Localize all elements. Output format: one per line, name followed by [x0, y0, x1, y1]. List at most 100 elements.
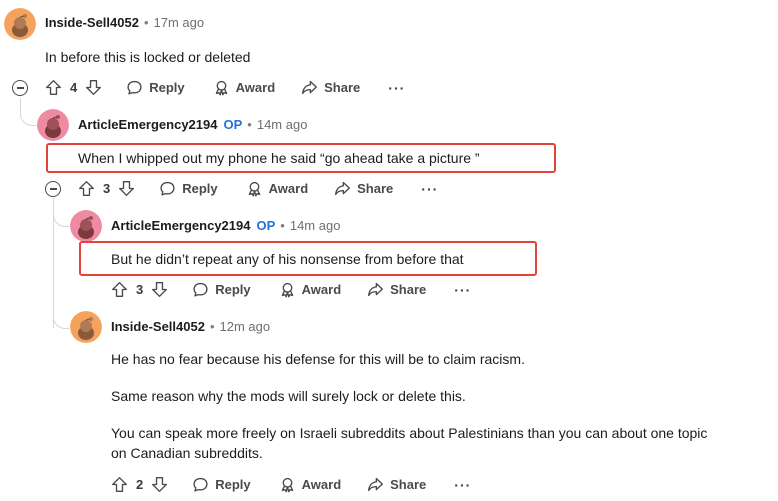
username[interactable]: Inside-Sell4052	[111, 319, 205, 334]
upvote-button[interactable]	[111, 281, 128, 298]
timestamp[interactable]: 14m ago	[257, 117, 308, 132]
award-label: Award	[235, 80, 276, 95]
comment-actions: 3 Reply Award Share ···	[78, 180, 438, 197]
downvote-icon	[86, 80, 102, 95]
share-icon	[368, 282, 384, 297]
downvote-icon	[119, 181, 135, 196]
timestamp[interactable]: 12m ago	[220, 319, 271, 334]
share-button[interactable]: Share	[367, 476, 426, 493]
share-button[interactable]: Share	[334, 180, 393, 197]
vote-count: 3	[103, 181, 111, 196]
share-button[interactable]: Share	[301, 79, 360, 96]
share-label: Share	[324, 80, 361, 95]
comment-body: But he didn’t repeat any of his nonsense…	[111, 251, 464, 267]
comment-paragraph: Same reason why the mods will surely loc…	[111, 388, 466, 404]
separator: •	[280, 218, 285, 233]
timestamp[interactable]: 17m ago	[154, 15, 205, 30]
more-options-button[interactable]: ···	[454, 477, 471, 493]
award-icon	[281, 477, 293, 493]
separator: •	[209, 319, 215, 334]
share-icon	[368, 477, 384, 492]
comment-meta: Inside-Sell4052 • 17m ago	[45, 15, 204, 30]
comment-body: When I whipped out my phone he said “go …	[78, 150, 480, 166]
collapse-icon[interactable]	[45, 181, 61, 197]
collapse-icon[interactable]	[12, 80, 28, 96]
thread-connector-1	[20, 98, 36, 126]
comment-actions: 2 Reply Award Share ···	[111, 476, 471, 493]
reply-icon	[193, 282, 208, 297]
award-button[interactable]: Award	[246, 180, 309, 197]
reply-label: Reply	[149, 80, 185, 95]
thread-connector-3	[53, 300, 69, 329]
snoo-avatar-icon	[4, 8, 36, 40]
reply-button[interactable]: Reply	[192, 281, 251, 298]
reply-button[interactable]: Reply	[192, 476, 251, 493]
more-options-button[interactable]: ···	[388, 80, 405, 96]
share-icon	[335, 181, 351, 196]
upvote-icon	[112, 282, 127, 297]
share-button[interactable]: Share	[367, 281, 426, 298]
share-icon	[302, 80, 318, 95]
award-icon	[281, 282, 293, 298]
award-icon	[248, 181, 260, 197]
downvote-button[interactable]	[85, 79, 102, 96]
reply-label: Reply	[215, 477, 251, 492]
upvote-button[interactable]	[78, 180, 95, 197]
upvote-icon	[46, 80, 61, 95]
reply-button[interactable]: Reply	[126, 79, 185, 96]
award-label: Award	[268, 181, 309, 196]
comment-paragraph: He has no fear because his defense for t…	[111, 351, 525, 367]
comment-meta: Inside-Sell4052 • 12m ago	[111, 319, 270, 334]
reply-icon	[127, 80, 142, 95]
more-options-button[interactable]: ···	[421, 181, 438, 197]
downvote-icon	[152, 477, 168, 492]
comment-actions: 4 Reply Award Share ···	[45, 79, 405, 96]
separator: •	[247, 117, 252, 132]
vote-count: 2	[136, 477, 144, 492]
reply-icon	[160, 181, 175, 196]
username[interactable]: ArticleEmergency2194	[111, 218, 250, 233]
award-icon	[215, 80, 227, 96]
vote-count: 3	[136, 282, 144, 297]
downvote-icon	[152, 282, 168, 297]
comment-actions: 3 Reply Award Share ···	[111, 281, 471, 298]
award-label: Award	[301, 477, 342, 492]
username[interactable]: ArticleEmergency2194	[78, 117, 217, 132]
separator: •	[143, 15, 149, 30]
comment-meta: ArticleEmergency2194 OP • 14m ago	[111, 218, 340, 233]
reply-button[interactable]: Reply	[159, 180, 218, 197]
comment-paragraph: You can speak more freely on Israeli sub…	[111, 425, 708, 441]
timestamp[interactable]: 14m ago	[290, 218, 341, 233]
avatar[interactable]	[70, 210, 102, 242]
username[interactable]: Inside-Sell4052	[45, 15, 139, 30]
avatar[interactable]	[37, 109, 69, 141]
op-badge: OP	[256, 218, 276, 233]
snoo-avatar-icon	[70, 311, 102, 343]
comment-body: In before this is locked or deleted	[45, 49, 251, 65]
downvote-button[interactable]	[118, 180, 135, 197]
share-label: Share	[390, 282, 427, 297]
avatar[interactable]	[4, 8, 36, 40]
award-button[interactable]: Award	[213, 79, 276, 96]
reply-icon	[193, 477, 208, 492]
upvote-button[interactable]	[111, 476, 128, 493]
upvote-icon	[112, 477, 127, 492]
upvote-icon	[79, 181, 94, 196]
snoo-avatar-icon	[37, 109, 69, 141]
op-badge: OP	[223, 117, 243, 132]
share-label: Share	[357, 181, 394, 196]
share-label: Share	[390, 477, 427, 492]
downvote-button[interactable]	[151, 281, 168, 298]
avatar[interactable]	[70, 311, 102, 343]
award-button[interactable]: Award	[279, 281, 342, 298]
comment-paragraph: on Canadian subreddits.	[111, 445, 263, 461]
more-options-button[interactable]: ···	[454, 282, 471, 298]
comment-meta: ArticleEmergency2194 OP • 14m ago	[78, 117, 307, 132]
downvote-button[interactable]	[151, 476, 168, 493]
upvote-button[interactable]	[45, 79, 62, 96]
reply-label: Reply	[182, 181, 218, 196]
award-label: Award	[301, 282, 342, 297]
reply-label: Reply	[215, 282, 251, 297]
award-button[interactable]: Award	[279, 476, 342, 493]
vote-count: 4	[70, 80, 78, 95]
